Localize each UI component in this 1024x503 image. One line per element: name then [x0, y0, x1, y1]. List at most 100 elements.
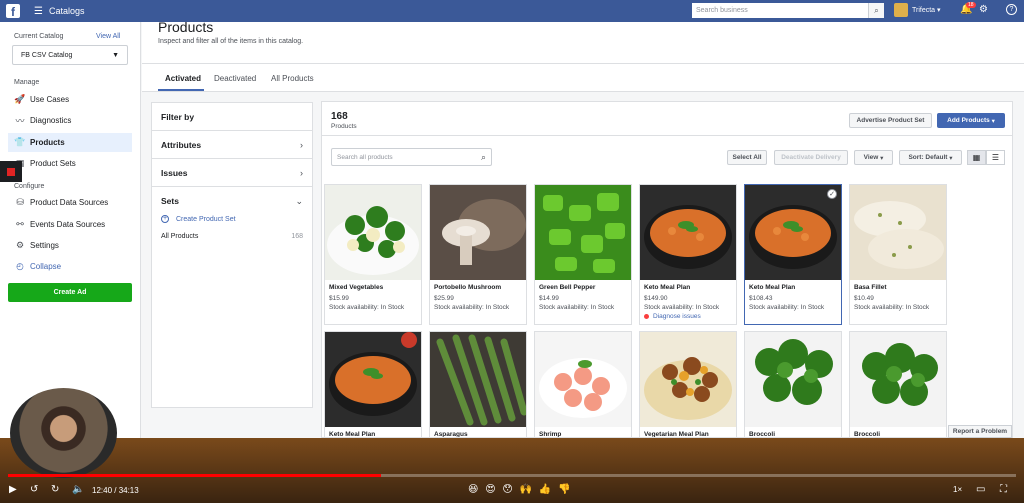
product-card[interactable]: Broccoli — [849, 331, 947, 437]
set-all-products[interactable]: All Products — [161, 233, 198, 240]
product-card[interactable]: Broccoli — [744, 331, 842, 438]
product-price: $108.43 — [749, 295, 773, 302]
catalog-select[interactable]: FB CSV Catalog ▼ — [12, 45, 128, 65]
list-view-icon[interactable]: ☰ — [986, 150, 1005, 165]
view-all-link[interactable]: View All — [96, 33, 120, 40]
gear-icon[interactable]: ⚙ — [979, 4, 988, 15]
tab-all-products[interactable]: All Products — [271, 74, 314, 83]
sidebar-item-collapse[interactable]: ◴ Collapse — [8, 257, 132, 276]
product-price: $15.99 — [329, 295, 349, 302]
select-all-button[interactable]: Select All — [727, 150, 767, 165]
product-name: Green Bell Pepper — [539, 284, 596, 291]
product-card[interactable]: Green Bell Pepper $14.99 Stock availabil… — [534, 184, 632, 325]
product-name: Portobello Mushroom — [434, 284, 502, 291]
product-card[interactable]: Keto Meal Plan — [324, 331, 422, 437]
play-icon[interactable]: ▶ — [9, 484, 17, 495]
filter-issues[interactable]: Issues › — [152, 159, 312, 187]
sidebar-item-diagnostics[interactable]: 〰 Diagnostics — [8, 111, 132, 130]
product-card[interactable]: Vegetarian Meal Plan — [639, 331, 737, 437]
view-dropdown[interactable]: View ▾ — [854, 150, 893, 165]
product-card[interactable]: Mixed Vegetables $15.99 Stock availabili… — [324, 184, 422, 325]
filter-sets[interactable]: Sets ⌄ — [152, 187, 312, 215]
product-image — [850, 332, 946, 427]
sidebar-item-label: Use Cases — [30, 95, 70, 104]
sidebar-item-product-data-sources[interactable]: ⛁ Product Data Sources — [8, 193, 132, 212]
sidebar-item-products[interactable]: 👕 Products — [8, 133, 132, 152]
playback-speed[interactable]: 1× — [953, 485, 962, 494]
create-product-set-link[interactable]: + Create Product Set — [161, 215, 236, 223]
product-image — [535, 332, 631, 427]
sidebar: Current Catalog View All FB CSV Catalog … — [0, 22, 141, 438]
select-checkbox-icon[interactable]: ✓ — [827, 189, 837, 199]
product-image — [430, 185, 526, 280]
add-products-button[interactable]: Add Products ▾ — [937, 113, 1005, 128]
sidebar-item-use-cases[interactable]: 🚀 Use Cases — [8, 90, 132, 109]
facebook-logo[interactable]: f — [6, 4, 20, 18]
product-search-placeholder: Search all products — [337, 153, 393, 161]
forward-icon[interactable]: ↻ — [51, 484, 59, 495]
business-search-input[interactable]: Search business — [692, 3, 868, 18]
page-subtitle: Inspect and filter all of the items in t… — [158, 38, 304, 45]
advertise-product-set-button[interactable]: Advertise Product Set — [849, 113, 932, 128]
product-card[interactable]: Asparagus — [429, 331, 527, 437]
sidebar-item-product-sets[interactable]: ▦ Product Sets — [8, 154, 132, 173]
sort-dropdown[interactable]: Sort: Default ▾ — [899, 150, 962, 165]
volume-icon[interactable]: 🔈 — [72, 484, 84, 495]
product-card[interactable]: Shrimp — [534, 331, 632, 437]
product-name: Mixed Vegetables — [329, 284, 384, 291]
report-problem-button[interactable]: Report a Problem — [948, 425, 1012, 438]
sidebar-item-events-data-sources[interactable]: ⚯ Events Data Sources — [8, 215, 132, 234]
filter-attributes-label: Attributes — [161, 139, 202, 150]
diagnose-issues-label: Diagnose issues — [653, 313, 701, 320]
filter-title-text: Filter by — [161, 111, 195, 122]
sidebar-item-settings[interactable]: ⚙ Settings — [8, 236, 132, 255]
record-icon[interactable] — [0, 161, 22, 182]
product-image — [535, 185, 631, 280]
tab-bar: Activated Deactivated All Products — [142, 64, 1024, 92]
product-stock: Stock availability: In Stock — [329, 304, 405, 311]
search-icon: ⌕ — [480, 151, 486, 162]
help-icon[interactable]: ? — [1006, 4, 1017, 15]
theater-mode-icon[interactable]: ▭ — [976, 484, 985, 495]
create-ad-button[interactable]: Create Ad — [8, 283, 132, 302]
page-header: Products Inspect and filter all of the i… — [142, 19, 1024, 64]
product-card[interactable]: Basa Fillet $10.49 Stock availability: I… — [849, 184, 947, 325]
grid-view-icon[interactable]: ▦ — [967, 150, 986, 165]
diagnose-issues-link[interactable]: Diagnose issues — [644, 313, 701, 320]
notification-badge: 18 — [966, 2, 976, 8]
product-image — [745, 185, 841, 280]
sidebar-item-label: Product Sets — [30, 159, 76, 168]
product-card[interactable]: Keto Meal Plan $149.90 Stock availabilit… — [639, 184, 737, 325]
deactivate-delivery-button[interactable]: Deactivate Delivery — [774, 150, 848, 165]
events-icon: ⚯ — [16, 219, 24, 229]
sort-label: Sort: Default — [908, 154, 948, 161]
product-name: Keto Meal Plan — [749, 284, 796, 291]
chevron-down-icon: ▾ — [935, 7, 941, 14]
caret-down-icon: ▾ — [878, 154, 884, 162]
product-image — [850, 185, 946, 280]
fullscreen-icon[interactable]: ⛶ — [1000, 484, 1007, 495]
hamburger-icon[interactable]: ☰ — [34, 6, 43, 17]
search-icon[interactable]: ⌕ — [868, 3, 884, 18]
video-progress-bar[interactable] — [8, 474, 1016, 477]
user-menu[interactable]: Trifecta ▾ — [894, 3, 941, 17]
avatar — [894, 3, 908, 17]
reaction-emojis[interactable]: 😆 😍 😯 🙌 👍 👎 — [468, 484, 573, 495]
catalog-name: FB CSV Catalog — [21, 51, 73, 59]
rewind-icon[interactable]: ↺ — [30, 484, 38, 495]
product-search-input[interactable]: Search all products ⌕ — [331, 148, 492, 166]
product-count-label: Products — [331, 123, 357, 130]
chevron-down-icon: ⌄ — [295, 195, 303, 206]
plus-icon: + — [161, 215, 169, 223]
filter-attributes[interactable]: Attributes › — [152, 131, 312, 159]
shirt-icon: 👕 — [14, 137, 26, 147]
product-name: Broccoli — [749, 431, 776, 438]
product-card[interactable]: Portobello Mushroom $25.99 Stock availab… — [429, 184, 527, 325]
chevron-right-icon: › — [300, 139, 303, 150]
tab-deactivated[interactable]: Deactivated — [214, 74, 256, 83]
product-stock: Stock availability: In Stock — [749, 304, 825, 311]
webcam-overlay — [10, 388, 117, 478]
product-card[interactable]: ✓ Keto Meal Plan $108.43 Stock availabil… — [744, 184, 842, 325]
tab-activated[interactable]: Activated — [165, 74, 201, 83]
product-stock: Stock availability: In Stock — [539, 304, 615, 311]
